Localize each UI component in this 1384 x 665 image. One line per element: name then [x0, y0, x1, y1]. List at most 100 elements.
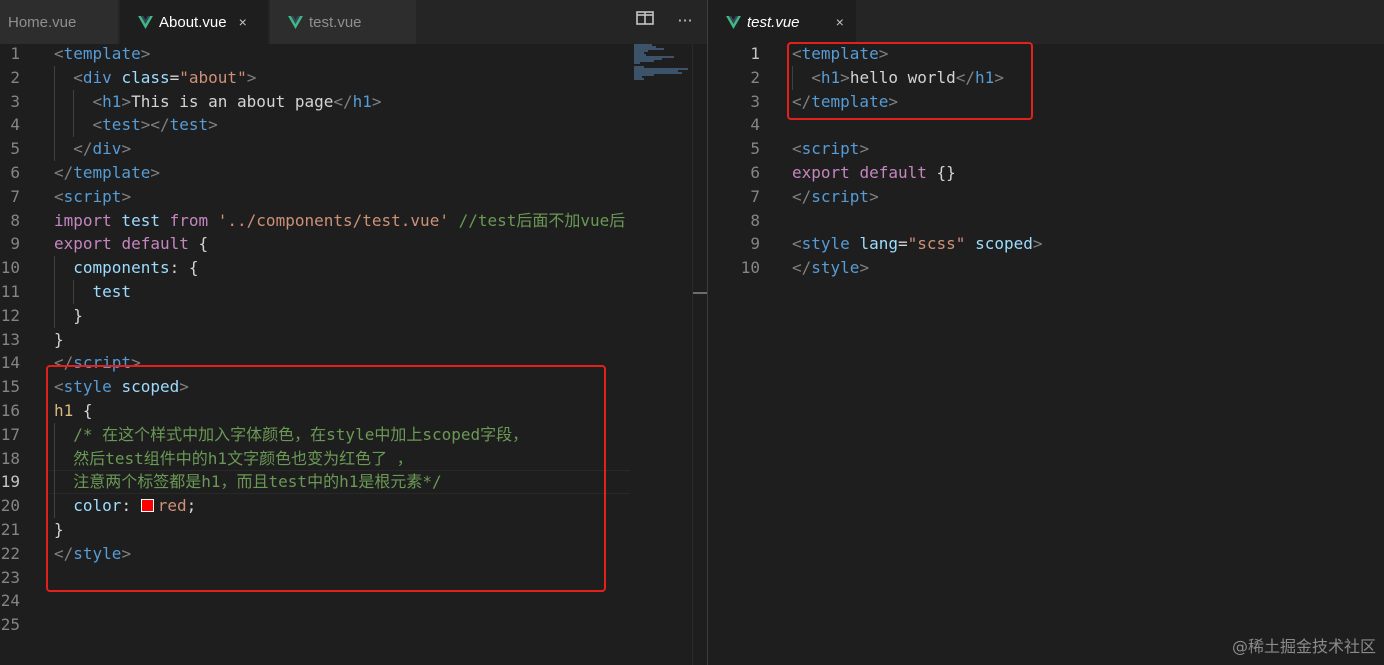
tab-about-vue[interactable]: About.vue ×: [120, 0, 268, 44]
line-number: 2: [750, 67, 760, 87]
tab-test-vue[interactable]: test.vue: [270, 0, 416, 44]
code-token: h1: [352, 91, 372, 111]
line-number: 8: [10, 210, 20, 230]
line-number: 5: [10, 139, 20, 159]
line-number: 25: [0, 615, 20, 635]
code-token: template: [73, 163, 151, 182]
code-line[interactable]: 1 <template>: [0, 42, 707, 66]
line-number: 10: [0, 258, 20, 278]
tab-test-vue-preview[interactable]: test.vue ×: [708, 0, 856, 44]
line-number: 24: [0, 591, 20, 611]
line-number: 18: [0, 448, 20, 468]
code-line[interactable]: 5 <script>: [708, 137, 1384, 161]
tab-label: Home.vue: [8, 13, 77, 31]
code-token: export: [54, 234, 112, 254]
watermark: @稀土掘金技术社区: [1231, 637, 1376, 656]
code-token: test: [111, 210, 170, 230]
code-token: >: [150, 163, 160, 182]
line-number: 3: [750, 91, 760, 111]
code-token: This is an about page: [131, 91, 334, 111]
code-token: h1: [102, 91, 122, 111]
line-number: 14: [0, 353, 20, 373]
split-editor-icon[interactable]: [634, 10, 656, 32]
code-token: <: [73, 67, 83, 87]
code-token: '../components/test.vue': [217, 210, 449, 230]
code-line[interactable]: 9 <style lang="scss" scoped>: [708, 232, 1384, 256]
code-text: <style lang="scss" scoped>: [792, 232, 1043, 256]
code-line[interactable]: 8: [708, 209, 1384, 233]
line-number: 9: [10, 234, 20, 254]
code-line[interactable]: 3 <h1>This is an about page</h1>: [0, 90, 707, 114]
code-token: </: [792, 186, 812, 206]
line-number: 4: [10, 115, 20, 135]
line-number: 4: [750, 115, 760, 135]
close-icon[interactable]: ×: [239, 14, 247, 30]
code-line[interactable]: 9 export default {: [0, 232, 707, 256]
code-line[interactable]: 4 <test></test>: [0, 113, 707, 137]
line-number: 3: [10, 91, 20, 111]
line-number: 7: [750, 186, 760, 206]
line-number: 23: [0, 567, 20, 587]
code-line[interactable]: 13}: [0, 328, 707, 352]
code-line[interactable]: 25: [0, 613, 707, 637]
minimap[interactable]: [630, 44, 692, 665]
code-line[interactable]: 10 </style>: [708, 256, 1384, 280]
code-line[interactable]: 11 test: [0, 280, 707, 304]
code-text: components: {: [54, 256, 199, 280]
code-token: default: [121, 234, 189, 254]
code-line[interactable]: 8 import test from '../components/test.vu…: [0, 209, 707, 233]
line-number: 8: [750, 210, 760, 230]
code-line[interactable]: 6 export default {}: [708, 161, 1384, 185]
line-number: 17: [0, 424, 20, 444]
highlight-box-template-block: [787, 42, 1033, 120]
code-line[interactable]: 6 </template>: [0, 161, 707, 185]
code-token: <: [54, 44, 64, 63]
code-token: }: [73, 305, 83, 325]
code-token: "about": [179, 67, 247, 87]
code-token: {: [188, 234, 209, 254]
code-line[interactable]: 7 <script>: [0, 185, 707, 209]
code-line[interactable]: 2 <div class="about">: [0, 66, 707, 90]
code-token: >: [246, 67, 257, 87]
vue-file-icon: [288, 15, 303, 29]
line-number: 21: [0, 520, 20, 539]
vue-file-icon: [138, 15, 153, 29]
code-token: "scss": [907, 234, 966, 254]
more-actions-icon[interactable]: ···: [674, 10, 696, 32]
line-number: 2: [10, 67, 20, 87]
tab-home-vue[interactable]: Home.vue: [0, 0, 118, 44]
scroll-position-marker: [693, 292, 707, 294]
code-line[interactable]: 5 </div>: [0, 137, 707, 161]
code-text: </div>: [54, 137, 131, 161]
code-token: test: [92, 282, 132, 301]
code-token: >: [121, 139, 132, 159]
code-token: test: [102, 115, 141, 135]
code-text: <script>: [792, 137, 869, 161]
vertical-scrollbar[interactable]: [692, 44, 707, 665]
close-icon[interactable]: ×: [836, 14, 844, 30]
code-token: >: [140, 44, 151, 63]
code-token: : {: [169, 258, 199, 278]
code-line[interactable]: 24: [0, 589, 707, 613]
code-text: }: [54, 304, 83, 328]
code-text: import test from '../components/test.vue…: [54, 209, 625, 233]
minimap-line: [634, 62, 640, 64]
code-text: </template>: [54, 161, 160, 185]
right-code-editor[interactable]: 1 <template> 2 <h1>hello world</h1> 3 </temp…: [708, 44, 1384, 665]
left-tab-bar: Home.vue About.vue × test.vue ···: [0, 0, 707, 44]
code-line[interactable]: 7 </script>: [708, 185, 1384, 209]
code-token: default: [859, 163, 927, 182]
code-line[interactable]: 12 }: [0, 304, 707, 328]
right-tab-bar: test.vue ×: [708, 0, 1384, 44]
line-number: 19: [0, 472, 20, 492]
code-line[interactable]: 10 components: {: [0, 256, 707, 280]
line-number: 10: [740, 258, 760, 278]
code-token: =: [897, 234, 908, 254]
line-number: 5: [750, 139, 760, 159]
code-token: lang: [859, 234, 898, 254]
code-token: from: [169, 210, 209, 230]
indent-guide: [73, 280, 74, 304]
